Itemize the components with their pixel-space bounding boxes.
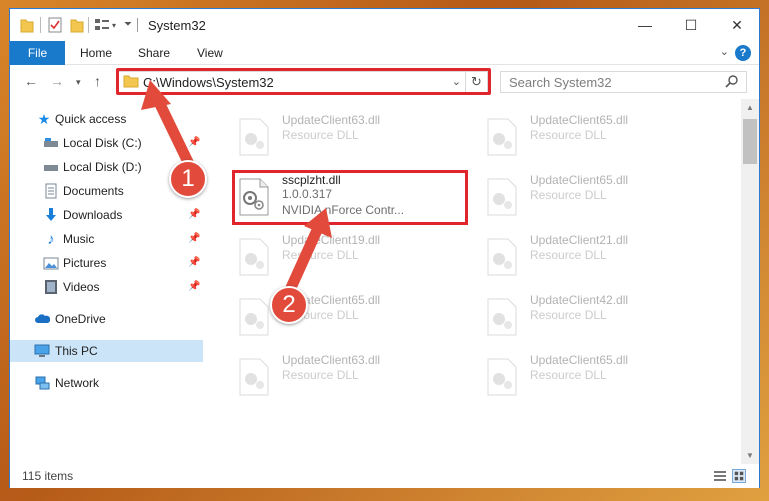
minimize-button[interactable]: — — [622, 9, 668, 41]
dll-file-icon — [487, 298, 517, 336]
list-item[interactable]: UpdateClient65.dll Resource DLL — [224, 291, 464, 343]
details-view-icon[interactable] — [713, 469, 727, 483]
up-arrow-icon[interactable]: ↑ — [94, 73, 101, 89]
view-options-icon[interactable] — [94, 17, 110, 33]
sidebar-item-music[interactable]: ♪ Music 📌 — [10, 228, 203, 250]
list-item[interactable]: UpdateClient65.dll Resource DLL — [472, 351, 712, 403]
dll-file-icon — [239, 238, 269, 276]
scroll-down-icon[interactable]: ▼ — [741, 447, 759, 464]
sidebar-item-downloads[interactable]: Downloads 📌 — [10, 204, 203, 226]
documents-icon — [45, 183, 57, 199]
dll-file-icon — [487, 118, 517, 156]
drive-icon — [44, 138, 58, 147]
sidebar-item-pictures[interactable]: Pictures 📌 — [10, 252, 203, 274]
close-button[interactable]: ✕ — [714, 9, 760, 41]
sidebar-item-local-disk-c[interactable]: Local Disk (C:) 📌 — [10, 132, 203, 154]
vertical-scrollbar[interactable]: ▲ ▼ — [741, 99, 759, 464]
pin-icon[interactable]: 📌 — [188, 209, 200, 221]
step-1-badge: 1 — [169, 160, 207, 198]
navigation-bar: ← → ▾ ↑ C:\Windows\System32 ⌄ ↻ Search S… — [10, 65, 759, 99]
list-item[interactable]: UpdateClient21.dll Resource DLL — [472, 231, 712, 283]
file-list: UpdateClient63.dll Resource DLL UpdateCl… — [205, 99, 740, 464]
back-arrow-icon[interactable]: ← — [24, 73, 38, 89]
file-highlight-box — [232, 170, 468, 225]
pin-icon[interactable]: 📌 — [188, 257, 200, 269]
tab-share[interactable]: Share — [138, 41, 170, 65]
tab-home[interactable]: Home — [80, 41, 112, 65]
dll-file-icon — [239, 298, 269, 336]
step-2-badge: 2 — [270, 286, 308, 324]
navigation-pane: ★ Quick access Local Disk (C:) 📌 Local D… — [10, 99, 203, 464]
tab-file[interactable]: File — [10, 41, 65, 65]
drive-icon — [44, 165, 58, 171]
customize-toolbar-icon[interactable]: ⏷ — [124, 19, 132, 35]
toolbar-divider — [88, 17, 89, 33]
scroll-up-icon[interactable]: ▲ — [741, 99, 759, 116]
list-item[interactable]: UpdateClient65.dll Resource DLL — [472, 171, 712, 223]
new-folder-icon[interactable] — [70, 17, 84, 33]
search-input[interactable]: Search System32 — [500, 71, 747, 93]
dll-file-icon — [239, 118, 269, 156]
recent-locations-icon[interactable]: ▾ — [76, 77, 81, 88]
scroll-thumb[interactable] — [743, 119, 757, 164]
help-icon[interactable]: ? — [735, 45, 751, 61]
videos-icon — [45, 280, 57, 294]
pin-icon[interactable]: 📌 — [188, 137, 200, 149]
address-highlight-box — [116, 68, 491, 95]
sidebar-item-onedrive[interactable]: OneDrive — [10, 308, 203, 330]
pictures-icon — [43, 257, 59, 270]
toolbar-divider — [40, 17, 41, 33]
dll-file-icon — [487, 238, 517, 276]
dll-file-icon — [487, 178, 517, 216]
download-icon — [46, 208, 56, 221]
star-icon: ★ — [37, 110, 51, 127]
sidebar-item-this-pc[interactable]: This PC — [10, 340, 203, 362]
sidebar-item-videos[interactable]: Videos 📌 — [10, 276, 203, 298]
close-icon: ✕ — [731, 16, 743, 33]
minimize-icon: — — [638, 17, 652, 33]
tab-view[interactable]: View — [197, 41, 223, 65]
item-count: 115 items — [22, 469, 74, 483]
status-bar: 115 items — [10, 464, 759, 488]
list-item[interactable]: UpdateClient19.dll Resource DLL — [224, 231, 464, 283]
sidebar-item-network[interactable]: Network — [10, 372, 203, 394]
dll-file-icon — [239, 358, 269, 396]
ribbon: File Home Share View ⌄ ? — [10, 41, 759, 65]
maximize-button[interactable]: ☐ — [668, 9, 714, 41]
search-icon — [725, 75, 738, 88]
expand-ribbon-icon[interactable]: ⌄ — [720, 45, 729, 58]
computer-icon — [34, 344, 50, 357]
folder-icon[interactable] — [20, 17, 34, 33]
list-item[interactable]: UpdateClient63.dll Resource DLL — [224, 111, 464, 163]
music-icon: ♪ — [47, 230, 55, 248]
list-item[interactable]: UpdateClient63.dll Resource DLL — [224, 351, 464, 403]
pin-icon[interactable]: 📌 — [188, 281, 200, 293]
forward-arrow-icon[interactable]: → — [50, 73, 64, 89]
network-icon — [35, 376, 50, 390]
chevron-down-icon[interactable]: ▾ — [112, 21, 116, 37]
list-item[interactable]: UpdateClient65.dll Resource DLL — [472, 111, 712, 163]
maximize-icon: ☐ — [684, 16, 698, 33]
large-icons-view-icon[interactable] — [732, 469, 746, 483]
list-item[interactable]: UpdateClient42.dll Resource DLL — [472, 291, 712, 343]
properties-icon[interactable] — [48, 17, 62, 33]
title-divider — [137, 18, 138, 32]
explorer-window: ▾ ⏷ System32 — ☐ ✕ File Home Share View … — [9, 8, 760, 488]
dll-file-icon — [487, 358, 517, 396]
search-placeholder: Search System32 — [509, 75, 612, 90]
pin-icon[interactable]: 📌 — [188, 233, 200, 245]
title-bar: ▾ ⏷ System32 — ☐ ✕ — [10, 9, 759, 41]
cloud-icon — [35, 314, 50, 323]
window-title: System32 — [148, 18, 206, 33]
sidebar-item-quick-access[interactable]: ★ Quick access — [10, 108, 203, 130]
